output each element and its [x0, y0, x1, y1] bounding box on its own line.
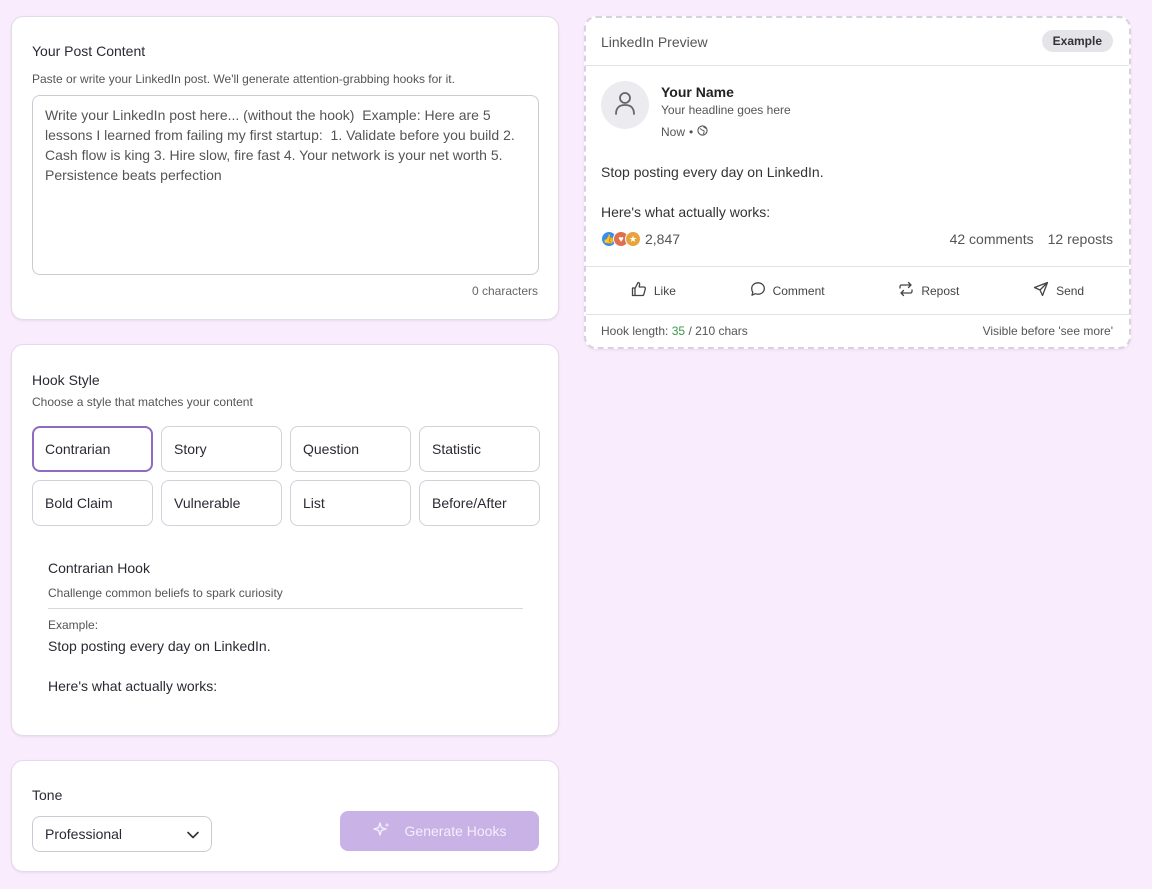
engagement-stats: 42 comments 12 reposts	[950, 231, 1113, 247]
style-button-story[interactable]: Story	[161, 426, 282, 472]
globe-icon	[697, 125, 708, 139]
example-badge: Example	[1041, 30, 1113, 52]
lightbulb-reaction-icon: ★	[625, 231, 641, 247]
style-button-bold-claim[interactable]: Bold Claim	[32, 480, 153, 526]
post-action-bar: Like Comment Repost Send	[586, 266, 1129, 315]
comment-button[interactable]: Comment	[750, 281, 825, 300]
hook-info-panel: Contrarian Hook Challenge common beliefs…	[48, 560, 523, 694]
comment-label: Comment	[772, 283, 825, 298]
post-text-line-2: Here's what actually works:	[601, 204, 771, 220]
post-meta: Now •	[661, 125, 708, 139]
generate-hooks-button[interactable]: Generate Hooks	[340, 811, 539, 851]
send-button[interactable]: Send	[1033, 281, 1084, 300]
hook-length-count: 35	[671, 324, 686, 338]
repost-button[interactable]: Repost	[898, 281, 959, 300]
example-label: Example:	[48, 618, 99, 632]
post-content-title: Your Post Content	[32, 43, 146, 59]
hook-divider	[48, 608, 523, 609]
example-line-2: Here's what actually works:	[48, 678, 218, 694]
hook-style-subtitle: Choose a style that matches your content	[32, 395, 253, 409]
hook-style-title: Hook Style	[32, 372, 100, 388]
thumbs-up-icon	[631, 281, 647, 300]
reaction-icons: 👍 ♥ ★	[601, 231, 641, 247]
hook-description: Challenge common beliefs to spark curios…	[48, 586, 283, 600]
reposts-count[interactable]: 12 reposts	[1048, 231, 1113, 247]
example-line-1: Stop posting every day on LinkedIn.	[48, 638, 271, 654]
style-button-before-after[interactable]: Before/After	[419, 480, 540, 526]
tone-select[interactable]: Professional	[32, 816, 212, 852]
style-button-vulnerable[interactable]: Vulnerable	[161, 480, 282, 526]
chevron-down-icon	[187, 826, 199, 842]
user-headline: Your headline goes here	[661, 103, 791, 117]
tone-card: Tone Professional Generate Hooks	[11, 760, 559, 872]
hook-style-grid: Contrarian Story Question Statistic Bold…	[32, 426, 540, 526]
reaction-count: 2,847	[645, 231, 681, 247]
style-button-question[interactable]: Question	[290, 426, 411, 472]
comments-count[interactable]: 42 comments	[950, 231, 1034, 247]
tone-label: Tone	[32, 787, 63, 803]
repost-icon	[898, 281, 914, 300]
send-label: Send	[1056, 283, 1085, 298]
hook-length-max: / 210 chars	[688, 324, 748, 338]
post-content-subtitle: Paste or write your LinkedIn post. We'll…	[32, 72, 455, 86]
reactions-summary[interactable]: 👍 ♥ ★ 2,847	[601, 231, 680, 247]
preview-footer: Hook length: 35 / 210 chars Visible befo…	[601, 324, 1113, 338]
send-icon	[1033, 281, 1049, 300]
post-time: Now	[661, 125, 686, 139]
preview-header: LinkedIn Preview Example	[586, 18, 1129, 66]
post-text-line-1: Stop posting every day on LinkedIn.	[601, 164, 824, 180]
style-button-list[interactable]: List	[290, 480, 411, 526]
character-count: 0 characters	[471, 284, 538, 298]
style-button-contrarian[interactable]: Contrarian	[32, 426, 153, 472]
meta-separator: •	[689, 125, 694, 139]
hook-length-label: Hook length:	[601, 324, 669, 338]
linkedin-preview-card: LinkedIn Preview Example Your Name Your …	[584, 16, 1131, 349]
user-name: Your Name	[661, 84, 734, 100]
hook-length: Hook length: 35 / 210 chars	[601, 324, 748, 338]
like-label: Like	[653, 283, 676, 298]
hook-name: Contrarian Hook	[48, 560, 150, 576]
visible-note: Visible before 'see more'	[982, 324, 1113, 338]
style-button-statistic[interactable]: Statistic	[419, 426, 540, 472]
preview-title: LinkedIn Preview	[601, 34, 708, 50]
like-button[interactable]: Like	[631, 281, 676, 300]
sparkle-icon	[372, 821, 391, 842]
post-content-textarea[interactable]	[32, 95, 539, 275]
avatar	[601, 81, 649, 129]
user-icon	[614, 91, 636, 120]
generate-hooks-label: Generate Hooks	[404, 823, 507, 839]
post-content-card: Your Post Content Paste or write your Li…	[11, 16, 559, 320]
tone-selected-value: Professional	[45, 826, 123, 842]
comment-icon	[750, 281, 766, 300]
repost-label: Repost	[921, 283, 960, 298]
hook-style-card: Hook Style Choose a style that matches y…	[11, 344, 559, 736]
